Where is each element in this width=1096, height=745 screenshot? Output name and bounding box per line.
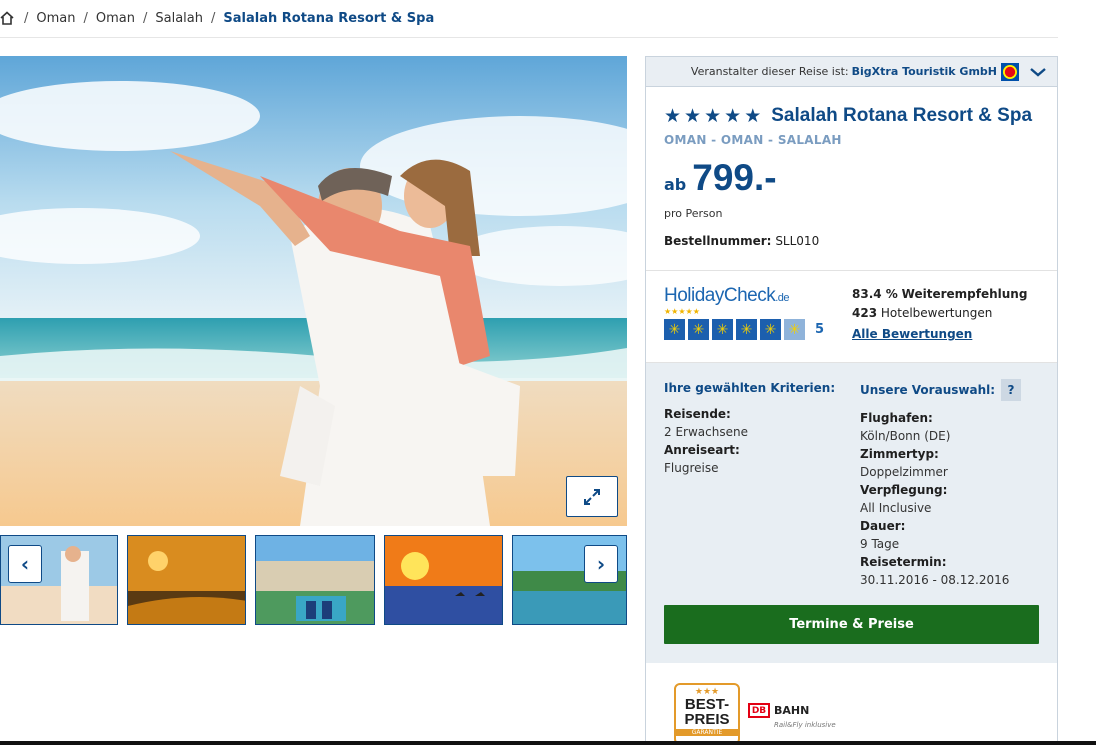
thumbnail-sunset-palms[interactable]: [127, 535, 246, 625]
fullscreen-button[interactable]: [566, 476, 618, 517]
chevron-left-icon: ‹: [20, 552, 30, 576]
arrival-label: Anreiseart:: [664, 443, 740, 457]
hotel-header: ★ ★ ★ ★ ★ Salalah Rotana Resort & Spa OM…: [646, 87, 1057, 271]
thumbnail-resort-pool[interactable]: [255, 535, 375, 625]
all-reviews-link[interactable]: Alle Bewertungen: [852, 327, 972, 341]
booking-panel: Veranstalter dieser Reise ist: BigXtra T…: [645, 56, 1058, 745]
breadcrumb-item-oman-1[interactable]: Oman: [36, 11, 75, 26]
help-button[interactable]: ?: [1001, 379, 1022, 401]
breadcrumb-item-salalah[interactable]: Salalah: [155, 11, 203, 26]
breadcrumb-separator: /: [211, 11, 216, 26]
travelers-label: Reisende:: [664, 407, 731, 421]
breadcrumb-current: Salalah Rotana Resort & Spa: [223, 11, 435, 26]
sun-icon: ✳: [736, 319, 757, 340]
home-icon[interactable]: [0, 10, 16, 27]
selected-criteria: Ihre gewählten Kriterien: Reisende: 2 Er…: [664, 379, 844, 477]
star-icon: ★: [724, 105, 742, 127]
arrival-value: Flugreise: [664, 461, 719, 475]
price-per-person: pro Person: [664, 207, 723, 220]
gallery-prev-button[interactable]: ‹: [8, 545, 42, 583]
rail-fly-note: Rail&Fly inklusive: [774, 721, 836, 729]
recommend-label: Weiterempfehlung: [901, 287, 1028, 301]
recommendation-stats: 83.4 % Weiterempfehlung 423 Hotelbewertu…: [852, 285, 1027, 323]
travel-date-label: Reisetermin:: [860, 555, 947, 569]
star-icon: ★: [704, 105, 722, 127]
operator-bar[interactable]: Veranstalter dieser Reise ist: BigXtra T…: [646, 57, 1057, 87]
chevron-down-icon[interactable]: [1029, 66, 1047, 78]
criteria-section: Ihre gewählten Kriterien: Reisende: 2 Er…: [646, 363, 1057, 663]
hotel-name: Salalah Rotana Resort & Spa: [771, 105, 1033, 126]
lidl-logo-icon: [1001, 62, 1019, 81]
hotel-location: OMAN - OMAN - SALALAH: [664, 133, 842, 147]
star-icon: ★: [664, 105, 682, 127]
holidaycheck-logo: HolidayCheck.de: [664, 285, 790, 306]
airport-value: Köln/Bonn (DE): [860, 429, 951, 443]
duration-label: Dauer:: [860, 519, 906, 533]
board-label: Verpflegung:: [860, 483, 948, 497]
reviews-label: Hotelbewertungen: [880, 306, 993, 320]
travelers-value: 2 Erwachsene: [664, 425, 748, 439]
bestpreis-garantie-badge: ★★★ BEST- PREIS GARANTIE: [674, 683, 740, 745]
price-value: 799.-: [692, 157, 777, 198]
thumbnail-strip: ‹ ›: [0, 535, 627, 625]
badges: ★★★ BEST- PREIS GARANTIE DB BAHN Rail&Fl…: [646, 663, 1057, 745]
breadcrumb-separator: /: [143, 11, 148, 26]
selected-criteria-title: Ihre gewählten Kriterien:: [664, 381, 836, 395]
sun-icon: ✳: [784, 319, 805, 340]
star-icon: ★: [744, 105, 762, 127]
holidaycheck-logo-stars-icon: ★★★★★: [664, 307, 700, 316]
airport-label: Flughafen:: [860, 411, 933, 425]
chevron-right-icon: ›: [596, 552, 606, 576]
rating-score: 5: [815, 322, 825, 337]
breadcrumb: / Oman / Oman / Salalah / Salalah Rotana…: [0, 0, 1058, 38]
holidaycheck-rating: HolidayCheck.de ★★★★★ ✳ ✳ ✳ ✳ ✳ ✳ 5 83.4…: [646, 271, 1057, 363]
travel-date-value: 30.11.2016 - 08.12.2016: [860, 573, 1010, 587]
reviews-count: 423: [852, 306, 878, 320]
hero-image[interactable]: [0, 56, 627, 526]
breadcrumb-separator: /: [24, 11, 29, 26]
board-value: All Inclusive: [860, 501, 932, 515]
db-bahn-logo: DB BAHN: [748, 703, 809, 718]
duration-value: 9 Tage: [860, 537, 900, 551]
thumbnail-desert-sunset[interactable]: [384, 535, 503, 625]
breadcrumb-item-oman-2[interactable]: Oman: [96, 11, 135, 26]
preselection: Unsere Vorauswahl: ? Flughafen: Köln/Bon…: [860, 379, 1050, 589]
breadcrumb-separator: /: [83, 11, 88, 26]
order-number-label: Bestellnummer:: [664, 234, 772, 248]
order-number: Bestellnummer: SLL010: [664, 234, 1057, 248]
hotel-star-rating: ★ ★ ★ ★ ★: [664, 106, 761, 126]
operator-prefix: Veranstalter dieser Reise ist:: [690, 65, 849, 78]
price: ab 799.-: [664, 157, 1057, 199]
recommend-value: 83.4 %: [852, 287, 898, 301]
expand-icon: [584, 488, 600, 505]
sun-icon: ✳: [688, 319, 709, 340]
operator-name: BigXtra Touristik GmbH: [851, 65, 997, 78]
sun-icon: ✳: [712, 319, 733, 340]
price-prefix: ab: [664, 175, 687, 194]
bottom-strip: [0, 741, 1096, 745]
sun-rating: ✳ ✳ ✳ ✳ ✳ ✳: [664, 319, 805, 340]
gallery-next-button[interactable]: ›: [584, 545, 618, 583]
preselection-title: Unsere Vorauswahl: ?: [860, 379, 1050, 401]
sun-icon: ✳: [760, 319, 781, 340]
star-icon: ★: [684, 105, 702, 127]
room-label: Zimmertyp:: [860, 447, 939, 461]
dates-prices-button[interactable]: Termine & Preise: [664, 605, 1039, 644]
room-value: Doppelzimmer: [860, 465, 948, 479]
order-number-value: SLL010: [775, 234, 820, 248]
sun-icon: ✳: [664, 319, 685, 340]
